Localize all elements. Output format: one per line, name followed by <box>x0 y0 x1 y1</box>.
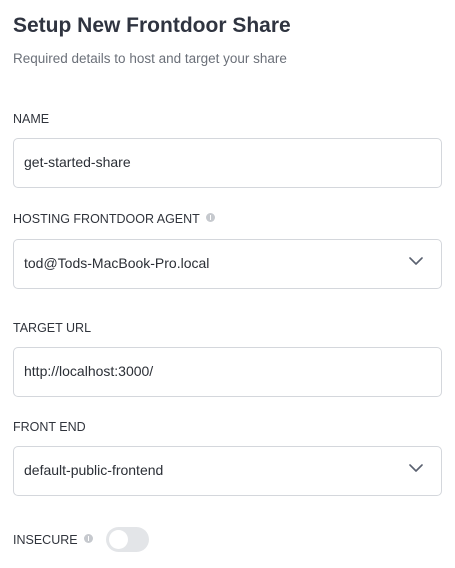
front-end-label-text: FRONT END <box>13 420 86 434</box>
target-url-label: TARGET URL <box>13 321 91 335</box>
hosting-agent-label: HOSTING FRONTDOOR AGENT <box>13 212 215 226</box>
target-url-value: http://localhost:3000/ <box>24 363 154 379</box>
front-end-value: default-public-frontend <box>24 462 164 478</box>
info-icon[interactable] <box>83 533 93 543</box>
page-subtitle: Required details to host and target your… <box>13 51 287 66</box>
name-label-text: NAME <box>13 112 50 126</box>
chevron-down-icon <box>409 257 423 265</box>
front-end-label: FRONT END <box>13 420 86 434</box>
insecure-toggle[interactable] <box>106 527 149 552</box>
insecure-label: INSECURE <box>13 533 93 547</box>
hosting-agent-select[interactable]: tod@Tods-MacBook-Pro.local <box>13 239 442 289</box>
info-icon[interactable] <box>205 212 215 222</box>
insecure-label-text: INSECURE <box>13 533 78 547</box>
name-label: NAME <box>13 112 49 126</box>
hosting-agent-value: tod@Tods-MacBook-Pro.local <box>24 255 210 271</box>
name-input-value: get-started-share <box>24 154 131 170</box>
target-url-input[interactable]: http://localhost:3000/ <box>13 347 442 397</box>
name-input[interactable]: get-started-share <box>13 138 442 188</box>
hosting-agent-label-text: HOSTING FRONTDOOR AGENT <box>13 212 200 226</box>
toggle-knob <box>109 530 128 549</box>
front-end-select[interactable]: default-public-frontend <box>13 446 442 496</box>
chevron-down-icon <box>409 464 423 472</box>
page-title: Setup New Frontdoor Share <box>13 14 291 37</box>
target-url-label-text: TARGET URL <box>13 321 92 335</box>
